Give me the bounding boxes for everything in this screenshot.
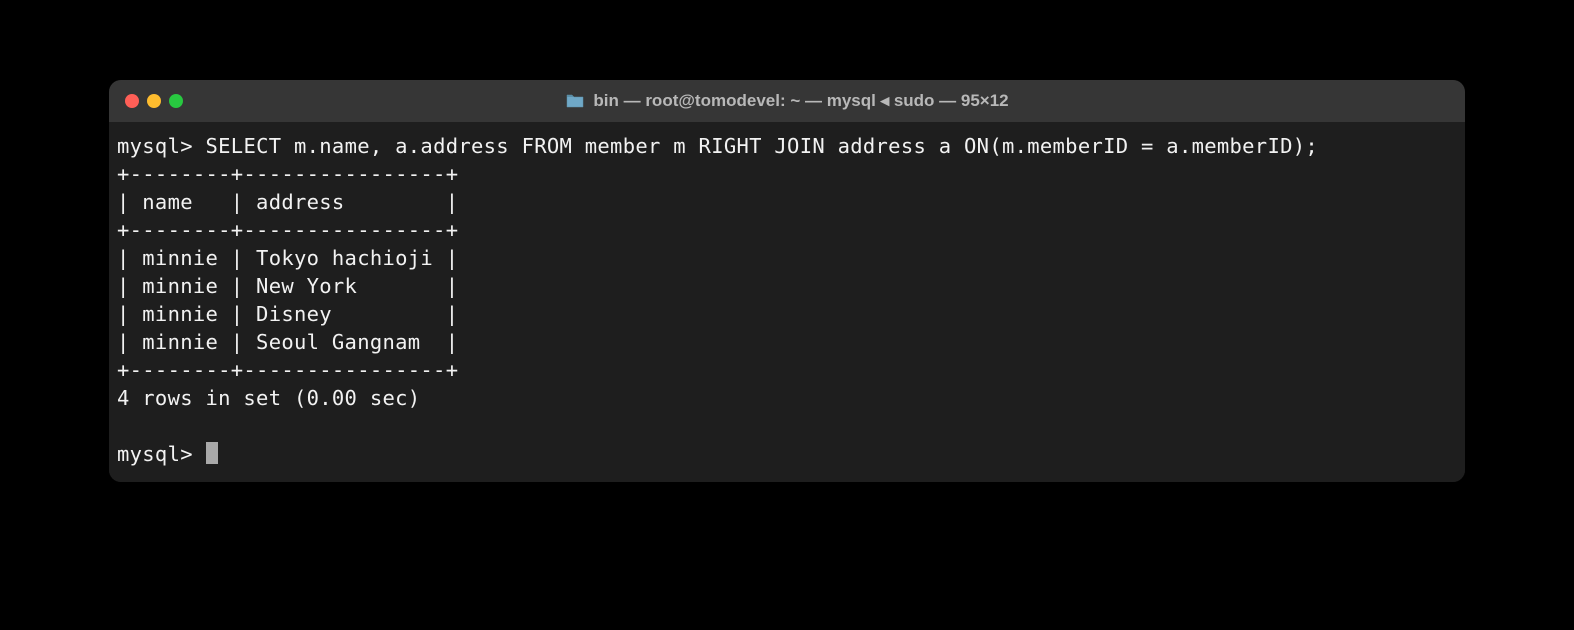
table-header: | name | address | — [117, 190, 458, 214]
table-border-mid: +--------+----------------+ — [117, 218, 458, 242]
folder-icon — [565, 93, 585, 109]
title-container: bin — root@tomodevel: ~ — mysql ◂ sudo —… — [109, 91, 1465, 111]
window-title: bin — root@tomodevel: ~ — mysql ◂ sudo —… — [593, 91, 1008, 111]
titlebar: bin — root@tomodevel: ~ — mysql ◂ sudo —… — [109, 80, 1465, 122]
prompt: mysql> — [117, 442, 206, 466]
table-row: | minnie | Seoul Gangnam | — [117, 330, 458, 354]
close-icon[interactable] — [125, 94, 139, 108]
table-row: | minnie | Tokyo hachioji | — [117, 246, 458, 270]
cursor — [206, 442, 218, 464]
minimize-icon[interactable] — [147, 94, 161, 108]
maximize-icon[interactable] — [169, 94, 183, 108]
prompt: mysql> — [117, 134, 193, 158]
table-border-bottom: +--------+----------------+ — [117, 358, 458, 382]
table-border-top: +--------+----------------+ — [117, 162, 458, 186]
table-row: | minnie | New York | — [117, 274, 458, 298]
terminal-window: bin — root@tomodevel: ~ — mysql ◂ sudo —… — [109, 80, 1465, 482]
status-line: 4 rows in set (0.00 sec) — [117, 386, 420, 410]
terminal-body[interactable]: mysql> SELECT m.name, a.address FROM mem… — [109, 122, 1465, 482]
table-row: | minnie | Disney | — [117, 302, 458, 326]
sql-query: SELECT m.name, a.address FROM member m R… — [206, 134, 1319, 158]
traffic-lights — [125, 94, 183, 108]
